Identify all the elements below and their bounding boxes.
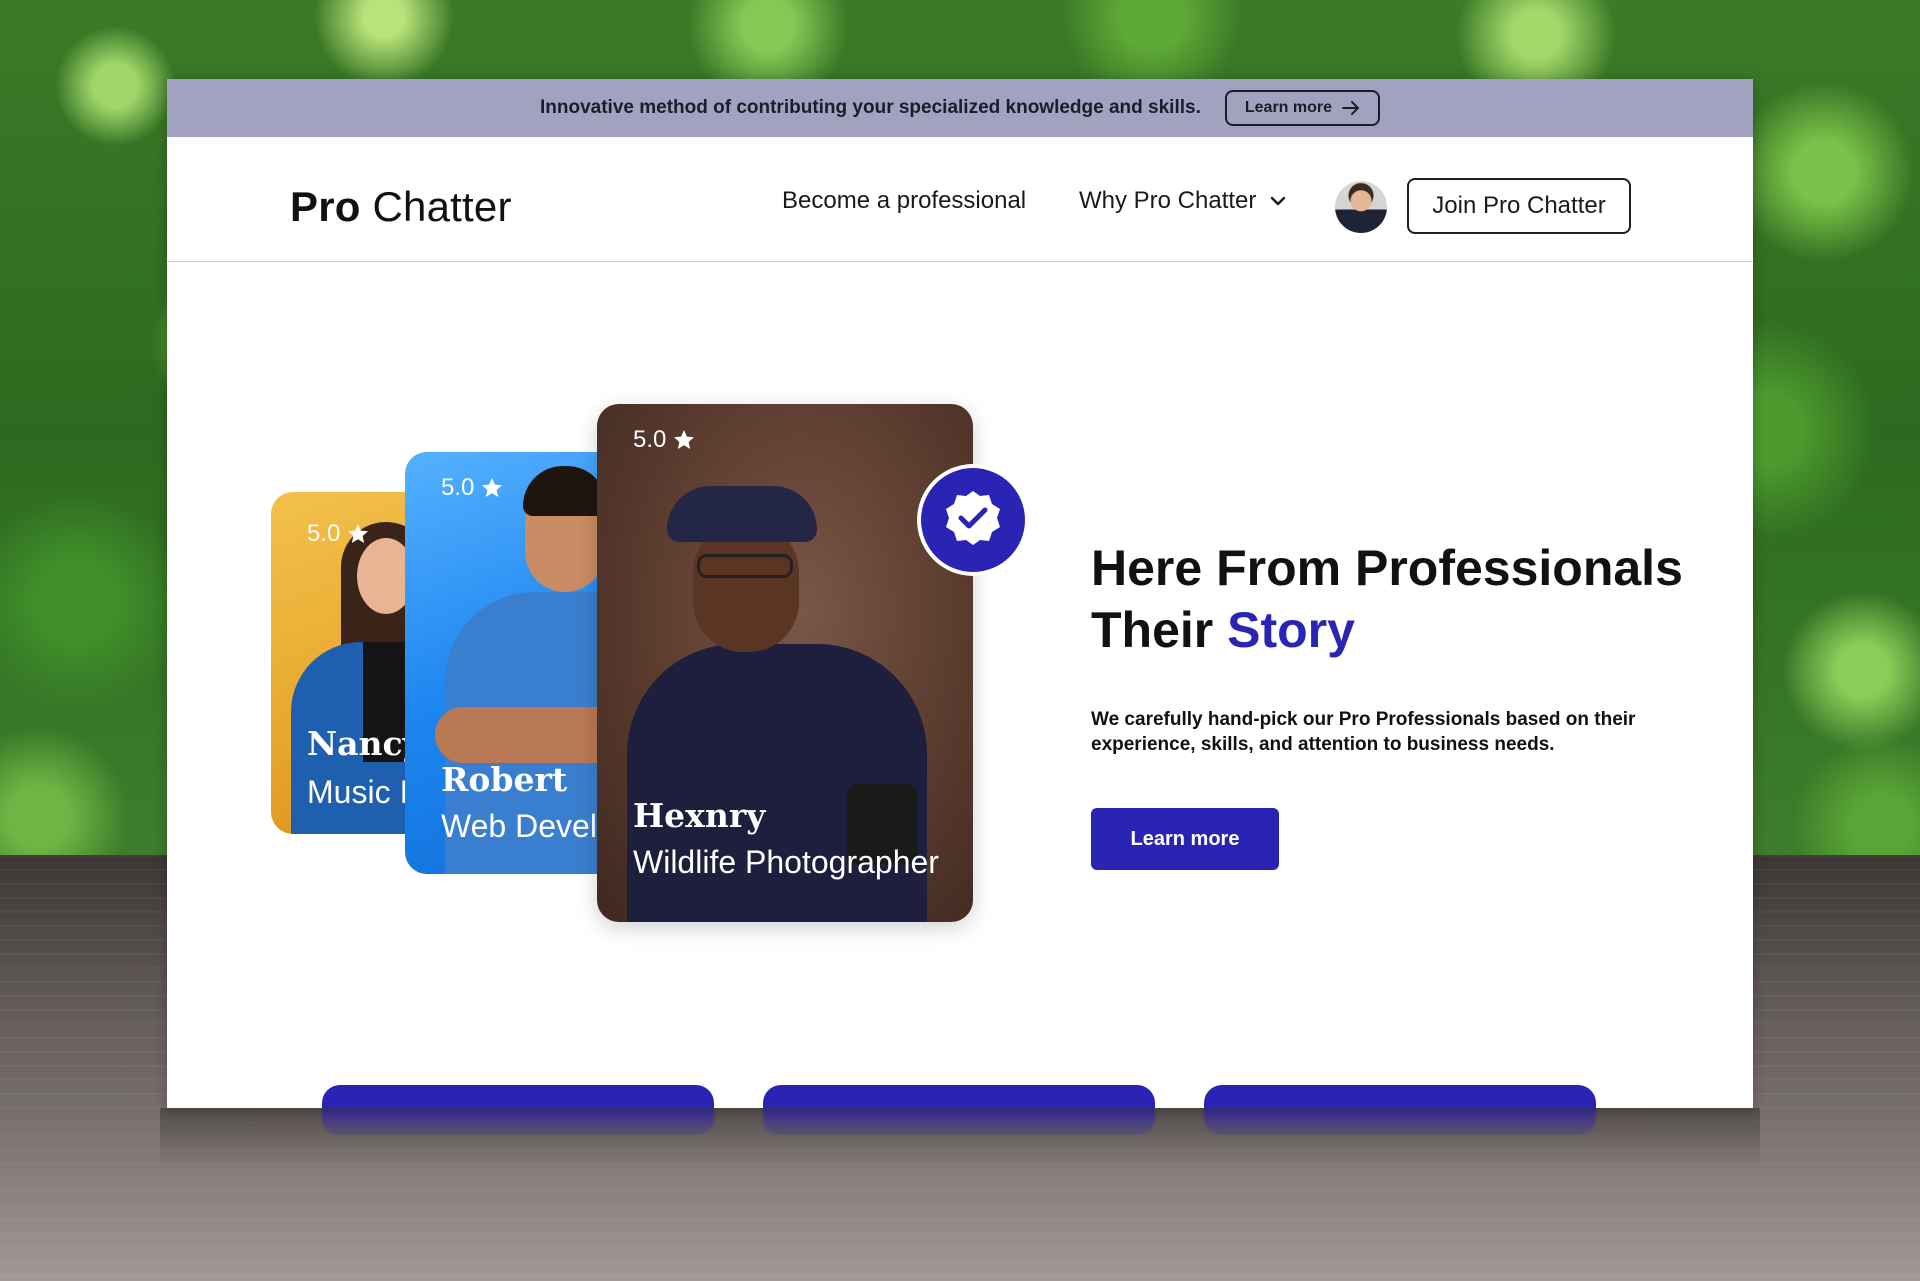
join-pro-chatter-button[interactable]: Join Pro Chatter [1407, 178, 1631, 234]
card-role: Music I [307, 774, 409, 810]
arrow-right-icon [1342, 101, 1360, 115]
rating-value: 5.0 [307, 520, 341, 547]
card-name: Robert [441, 760, 568, 799]
logo[interactable]: Pro Chatter [290, 183, 512, 231]
hero-heading-accent: Story [1227, 602, 1355, 658]
hero-heading: Here From Professionals Their Story [1091, 537, 1731, 661]
announcement-text: Innovative method of contributing your s… [539, 97, 1201, 118]
rating-value: 5.0 [633, 426, 667, 453]
hero-learn-more-button[interactable]: Learn more [1091, 808, 1279, 870]
person-glasses [697, 554, 793, 578]
card-role: Web Devel [441, 808, 597, 844]
rating-value: 5.0 [441, 474, 475, 501]
star-icon [348, 524, 369, 543]
person-hair [523, 466, 607, 516]
star-icon [674, 430, 695, 449]
logo-strong: Pro [290, 183, 361, 230]
feature-tab[interactable] [1204, 1085, 1596, 1108]
card-rating: 5.0 [441, 474, 504, 502]
profile-card-hexnry[interactable]: 5.0 Hexnry Wildlife Photographer [597, 404, 973, 922]
card-role: Wildlife Photographer [633, 844, 939, 880]
announcement-bar: Innovative method of contributing your s… [167, 79, 1753, 137]
feature-tab-reflection [322, 1108, 714, 1136]
card-rating: 5.0 [633, 426, 696, 454]
card-rating: 5.0 [307, 520, 370, 548]
verified-check-icon [946, 491, 1000, 545]
navbar: Pro Chatter Become a professional Why Pr… [167, 137, 1753, 262]
nav-why-label: Why Pro Chatter [1079, 187, 1257, 214]
web-page: Innovative method of contributing your s… [167, 79, 1753, 1108]
feature-tab-reflection [763, 1108, 1155, 1136]
verified-badge [921, 468, 1025, 572]
nav-become-professional[interactable]: Become a professional [782, 187, 1026, 215]
hero-heading-line2: Their [1091, 602, 1228, 658]
logo-rest: Chatter [360, 183, 512, 230]
avatar[interactable] [1335, 181, 1387, 233]
announcement-learn-more-button[interactable]: Learn more [1224, 90, 1381, 126]
chevron-down-icon [1271, 196, 1286, 206]
announcement-learn-more-label: Learn more [1244, 99, 1333, 116]
card-name: Hexnry [633, 796, 766, 835]
hero-paragraph: We carefully hand-pick our Pro Professio… [1091, 709, 1636, 755]
star-icon [482, 478, 503, 497]
hero-heading-line1: Here From Professionals [1091, 540, 1683, 596]
person-beret [667, 486, 817, 542]
nav-why-pro-chatter[interactable]: Why Pro Chatter [1079, 187, 1286, 215]
feature-tab[interactable] [322, 1085, 714, 1108]
feature-tab-reflection [1204, 1108, 1596, 1136]
feature-tab[interactable] [763, 1085, 1155, 1108]
